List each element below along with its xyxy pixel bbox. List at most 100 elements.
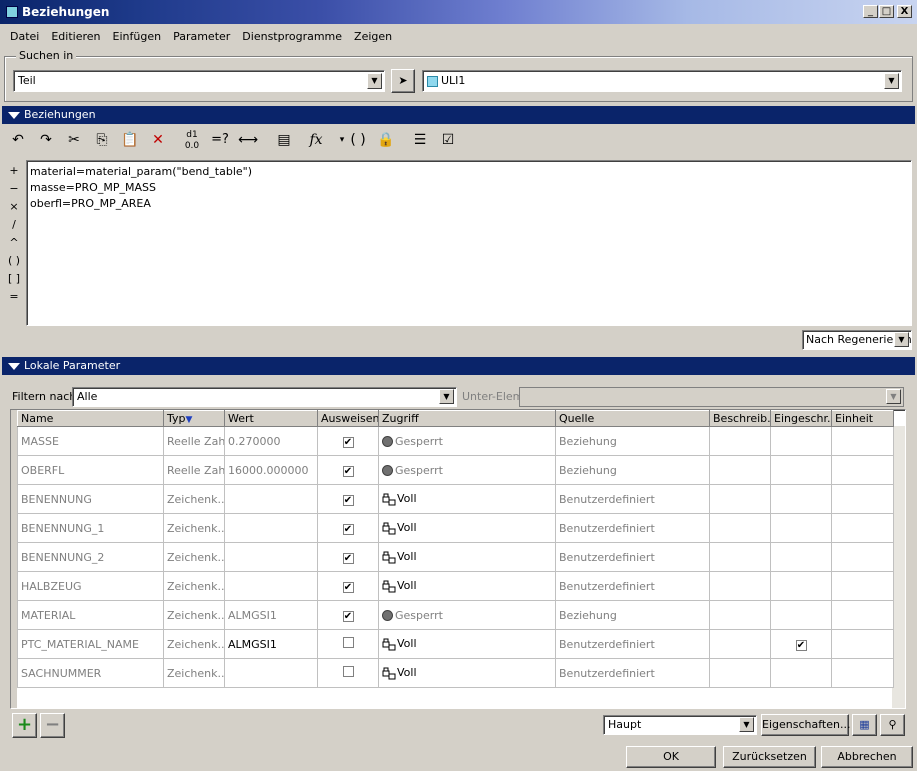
cell-beschreibung[interactable] — [709, 484, 771, 514]
ausweisen-checkbox[interactable] — [342, 637, 354, 648]
cell-zugriff[interactable]: Voll — [378, 629, 556, 659]
cell-typ[interactable]: Zeichenk... — [163, 571, 225, 601]
cell-typ[interactable]: Zeichenk... — [163, 629, 225, 659]
operator-divide[interactable]: / — [4, 216, 24, 234]
cell-ausweisen[interactable] — [317, 629, 379, 659]
cell-wert[interactable]: ALMGSI1 — [224, 629, 318, 659]
function-icon[interactable]: fx — [304, 128, 328, 152]
table-row[interactable]: HALBZEUG Zeichenk... ✔ Voll Benutzerdefinier… — [17, 571, 894, 601]
chevron-down-icon[interactable]: ▼ — [367, 73, 382, 89]
col-header-name[interactable]: Name — [17, 410, 164, 427]
cell-einheit[interactable] — [831, 600, 894, 630]
operator-minus[interactable]: − — [4, 180, 24, 198]
ok-button[interactable]: OK — [626, 746, 716, 768]
ausweisen-checkbox[interactable]: ✔ — [342, 465, 354, 477]
table-row[interactable]: SACHNUMMER Zeichenk... Voll Benutzerdefinie… — [17, 658, 894, 688]
cell-wert[interactable] — [224, 513, 318, 543]
cell-name[interactable]: PTC_MATERIAL_NAME — [17, 629, 164, 659]
cell-typ[interactable]: Zeichenk... — [163, 600, 225, 630]
cell-wert[interactable]: ALMGSI1 — [224, 600, 318, 630]
cell-eingeschraenkt[interactable] — [770, 658, 832, 688]
operator-brackets[interactable]: [ ] — [4, 270, 24, 288]
relations-section-header[interactable]: Beziehungen — [2, 106, 915, 124]
binoculars-icon[interactable]: ⚲ — [880, 714, 905, 736]
cell-beschreibung[interactable] — [709, 571, 771, 601]
cell-zugriff[interactable]: Voll — [378, 542, 556, 572]
cell-einheit[interactable] — [831, 455, 894, 485]
operator-times[interactable]: × — [4, 198, 24, 216]
view-select[interactable]: Haupt ▼ — [603, 715, 757, 735]
table-row[interactable]: BENENNUNG Zeichenk... ✔ Voll Benutzerdefinie… — [17, 484, 894, 514]
col-header-beschreibung[interactable]: Beschreib... — [709, 410, 771, 427]
params-section-header[interactable]: Lokale Parameter — [2, 357, 915, 375]
parentheses-icon[interactable]: ( ) — [346, 128, 370, 152]
close-button[interactable]: X — [897, 5, 912, 18]
cell-quelle[interactable]: Beziehung — [555, 455, 710, 485]
cell-ausweisen[interactable]: ✔ — [317, 426, 379, 456]
operator-parentheses[interactable]: ( ) — [4, 252, 24, 270]
table-row[interactable]: PTC_MATERIAL_NAME Zeichenk... ALMGSI1 Voll B… — [17, 629, 894, 659]
cell-eingeschraenkt[interactable] — [770, 426, 832, 456]
col-header-zugriff[interactable]: Zugriff — [378, 410, 556, 427]
cell-zugriff[interactable]: Voll — [378, 571, 556, 601]
chevron-down-icon[interactable]: ▼ — [894, 332, 909, 347]
ausweisen-checkbox[interactable]: ✔ — [342, 610, 354, 622]
cell-ausweisen[interactable]: ✔ — [317, 542, 379, 572]
menu-zeigen[interactable]: Zeigen — [348, 30, 398, 43]
chevron-down-icon[interactable]: ▼ — [884, 73, 899, 89]
cell-eingeschraenkt[interactable] — [770, 571, 832, 601]
cell-ausweisen[interactable] — [317, 658, 379, 688]
cancel-button[interactable]: Abbrechen — [821, 746, 913, 768]
col-header-quelle[interactable]: Quelle — [555, 410, 710, 427]
cell-eingeschraenkt[interactable] — [770, 513, 832, 543]
menu-datei[interactable]: Datei — [4, 30, 45, 43]
cell-zugriff[interactable]: Voll — [378, 484, 556, 514]
properties-button[interactable]: Eigenschaften... — [761, 714, 850, 736]
cell-zugriff[interactable]: Voll — [378, 658, 556, 688]
cell-eingeschraenkt[interactable] — [770, 542, 832, 572]
ausweisen-checkbox[interactable]: ✔ — [342, 552, 354, 564]
cell-wert[interactable] — [224, 484, 318, 514]
select-pointer-button[interactable]: ➤ — [391, 69, 415, 93]
cell-einheit[interactable] — [831, 629, 894, 659]
evaluate-icon[interactable]: =? — [208, 128, 232, 152]
cell-einheit[interactable] — [831, 484, 894, 514]
verify-icon[interactable]: ☑ — [436, 128, 460, 152]
cell-beschreibung[interactable] — [709, 513, 771, 543]
table-row[interactable]: OBERFL Reelle Zahl 16000.000000 ✔ Gesperrt Be… — [17, 455, 894, 485]
cell-beschreibung[interactable] — [709, 542, 771, 572]
cell-name[interactable]: BENENNUNG_2 — [17, 542, 164, 572]
menu-dienstprogramme[interactable]: Dienstprogramme — [236, 30, 348, 43]
cell-quelle[interactable]: Benutzerdefiniert — [555, 542, 710, 572]
cell-beschreibung[interactable] — [709, 600, 771, 630]
cell-typ[interactable]: Reelle Zahl — [163, 455, 225, 485]
subelem-select[interactable]: ▼ — [519, 387, 904, 407]
menu-parameter[interactable]: Parameter — [167, 30, 236, 43]
cell-typ[interactable]: Zeichenk... — [163, 542, 225, 572]
cell-name[interactable]: SACHNUMMER — [17, 658, 164, 688]
cell-einheit[interactable] — [831, 542, 894, 572]
chevron-down-icon[interactable]: ▼ — [439, 389, 454, 404]
operator-equals[interactable]: = — [4, 288, 24, 306]
chevron-down-icon[interactable]: ▼ — [739, 717, 754, 732]
cell-ausweisen[interactable]: ✔ — [317, 600, 379, 630]
paste-icon[interactable]: 📋 — [118, 128, 142, 152]
eingeschraenkt-checkbox[interactable]: ✔ — [795, 639, 807, 651]
cell-einheit[interactable] — [831, 426, 894, 456]
cell-quelle[interactable]: Benutzerdefiniert — [555, 513, 710, 543]
cell-typ[interactable]: Zeichenk... — [163, 484, 225, 514]
ausweisen-checkbox[interactable]: ✔ — [342, 494, 354, 506]
cell-name[interactable]: BENENNUNG_1 — [17, 513, 164, 543]
operator-plus[interactable]: + — [4, 162, 24, 180]
cell-name[interactable]: OBERFL — [17, 455, 164, 485]
cell-einheit[interactable] — [831, 571, 894, 601]
cell-beschreibung[interactable] — [709, 426, 771, 456]
cell-name[interactable]: BENENNUNG — [17, 484, 164, 514]
search-type-select[interactable]: Teil ▼ — [13, 70, 385, 92]
cell-wert[interactable]: 0.270000 — [224, 426, 318, 456]
col-header-wert[interactable]: Wert — [224, 410, 318, 427]
cell-wert[interactable] — [224, 571, 318, 601]
cell-zugriff[interactable]: Gesperrt — [378, 600, 556, 630]
ausweisen-checkbox[interactable]: ✔ — [342, 581, 354, 593]
cell-zugriff[interactable]: Voll — [378, 513, 556, 543]
